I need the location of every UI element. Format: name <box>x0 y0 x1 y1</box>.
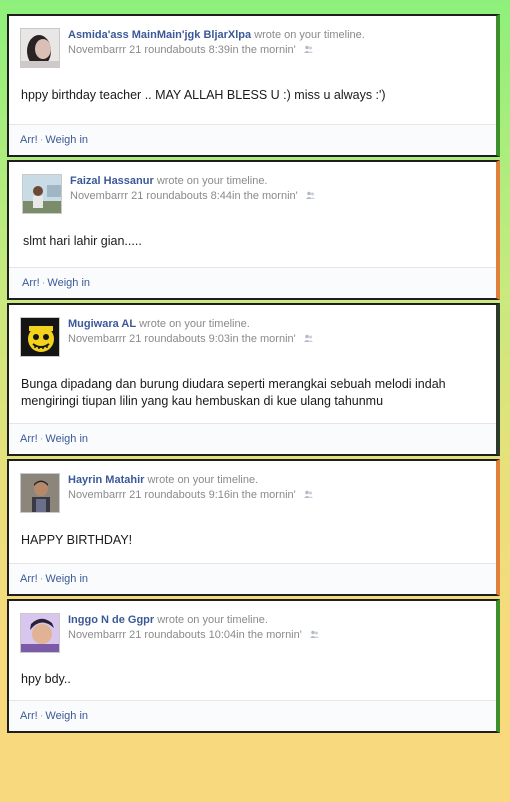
avatar[interactable] <box>20 613 60 653</box>
post-meta: Faizal Hassanur wrote on your timeline. … <box>70 174 315 204</box>
post-header: Inggo N de Ggpr wrote on your timeline. … <box>9 601 496 653</box>
post-header: Asmida'ass MainMain'jgk BljarXlpa wrote … <box>9 16 496 68</box>
separator-dot: · <box>41 277 46 289</box>
wrote-label: wrote on your timeline. <box>139 318 250 330</box>
friends-audience-icon[interactable] <box>305 191 315 200</box>
author-link[interactable]: Asmida'ass MainMain'jgk BljarXlpa <box>68 29 251 41</box>
post-meta: Mugiwara AL wrote on your timeline. Nove… <box>68 317 313 347</box>
timeline-post: Faizal Hassanur wrote on your timeline. … <box>7 160 500 300</box>
timeline-post: Mugiwara AL wrote on your timeline. Nove… <box>7 303 500 456</box>
like-link[interactable]: Arr! <box>20 710 38 722</box>
post-message: hppy birthday teacher .. MAY ALLAH BLESS… <box>21 88 386 102</box>
like-link[interactable]: Arr! <box>20 134 38 146</box>
like-link[interactable]: Arr! <box>22 277 40 289</box>
jolly-roger-icon <box>21 318 59 356</box>
post-header: Hayrin Matahir wrote on your timeline. N… <box>9 461 496 513</box>
friends-audience-icon[interactable] <box>309 630 319 639</box>
comment-link[interactable]: Weigh in <box>45 134 88 146</box>
post-message: slmt hari lahir gian..... <box>23 234 142 248</box>
avatar[interactable] <box>20 473 60 513</box>
comment-link[interactable]: Weigh in <box>45 433 88 445</box>
separator-dot: · <box>39 433 44 445</box>
post-actions: Arr! · Weigh in <box>9 423 496 454</box>
post-header: Faizal Hassanur wrote on your timeline. … <box>9 162 496 214</box>
like-link[interactable]: Arr! <box>20 573 38 585</box>
comment-link[interactable]: Weigh in <box>45 710 88 722</box>
author-link[interactable]: Inggo N de Ggpr <box>68 614 154 626</box>
post-header: Mugiwara AL wrote on your timeline. Nove… <box>9 305 496 357</box>
post-actions: Arr! · Weigh in <box>9 124 496 155</box>
timeline-post: Asmida'ass MainMain'jgk BljarXlpa wrote … <box>7 14 500 157</box>
comment-link[interactable]: Weigh in <box>45 573 88 585</box>
post-meta: Asmida'ass MainMain'jgk BljarXlpa wrote … <box>68 28 365 58</box>
like-link[interactable]: Arr! <box>20 433 38 445</box>
post-message: hpy bdy.. <box>21 672 71 686</box>
post-actions: Arr! · Weigh in <box>9 700 496 731</box>
separator-dot: · <box>39 134 44 146</box>
friends-audience-icon[interactable] <box>303 490 313 499</box>
separator-dot: · <box>39 710 44 722</box>
wrote-label: wrote on your timeline. <box>147 474 259 486</box>
comment-link[interactable]: Weigh in <box>47 277 90 289</box>
timeline-feed: Asmida'ass MainMain'jgk BljarXlpa wrote … <box>7 14 500 736</box>
wrote-label: wrote on your timeline. <box>157 614 268 626</box>
post-actions: Arr! · Weigh in <box>9 267 496 298</box>
timestamp[interactable]: Novembarrr 21 roundabouts 8:44in the mor… <box>70 190 298 202</box>
post-actions: Arr! · Weigh in <box>9 563 496 594</box>
friends-audience-icon[interactable] <box>303 45 313 54</box>
avatar[interactable] <box>20 28 60 68</box>
post-message: HAPPY BIRTHDAY! <box>21 533 133 547</box>
timeline-post: Hayrin Matahir wrote on your timeline. N… <box>7 459 500 596</box>
avatar[interactable] <box>20 317 60 357</box>
user-photo-icon <box>23 175 61 213</box>
post-meta: Inggo N de Ggpr wrote on your timeline. … <box>68 613 319 643</box>
avatar[interactable] <box>22 174 62 214</box>
wrote-label: wrote on your timeline. <box>254 29 365 41</box>
timestamp[interactable]: Novembarrr 21 roundabouts 9:03in the mor… <box>68 333 296 345</box>
timeline-post: Inggo N de Ggpr wrote on your timeline. … <box>7 599 500 733</box>
post-meta: Hayrin Matahir wrote on your timeline. N… <box>68 473 313 503</box>
timestamp[interactable]: Novembarrr 21 roundabouts 10:04in the mo… <box>68 629 302 641</box>
separator-dot: · <box>39 573 44 585</box>
timestamp[interactable]: Novembarrr 21 roundabouts 9:16in the mor… <box>68 489 296 501</box>
timestamp[interactable]: Novembarrr 21 roundabouts 8:39in the mor… <box>68 44 296 56</box>
author-link[interactable]: Hayrin Matahir <box>68 474 144 486</box>
author-link[interactable]: Faizal Hassanur <box>70 175 154 187</box>
user-photo-icon <box>21 614 59 652</box>
wrote-label: wrote on your timeline. <box>156 175 268 187</box>
user-photo-icon <box>21 29 59 67</box>
friends-audience-icon[interactable] <box>303 334 313 343</box>
post-message: Bunga dipadang dan burung diudara sepert… <box>21 377 446 408</box>
user-photo-icon <box>21 474 59 512</box>
author-link[interactable]: Mugiwara AL <box>68 318 136 330</box>
